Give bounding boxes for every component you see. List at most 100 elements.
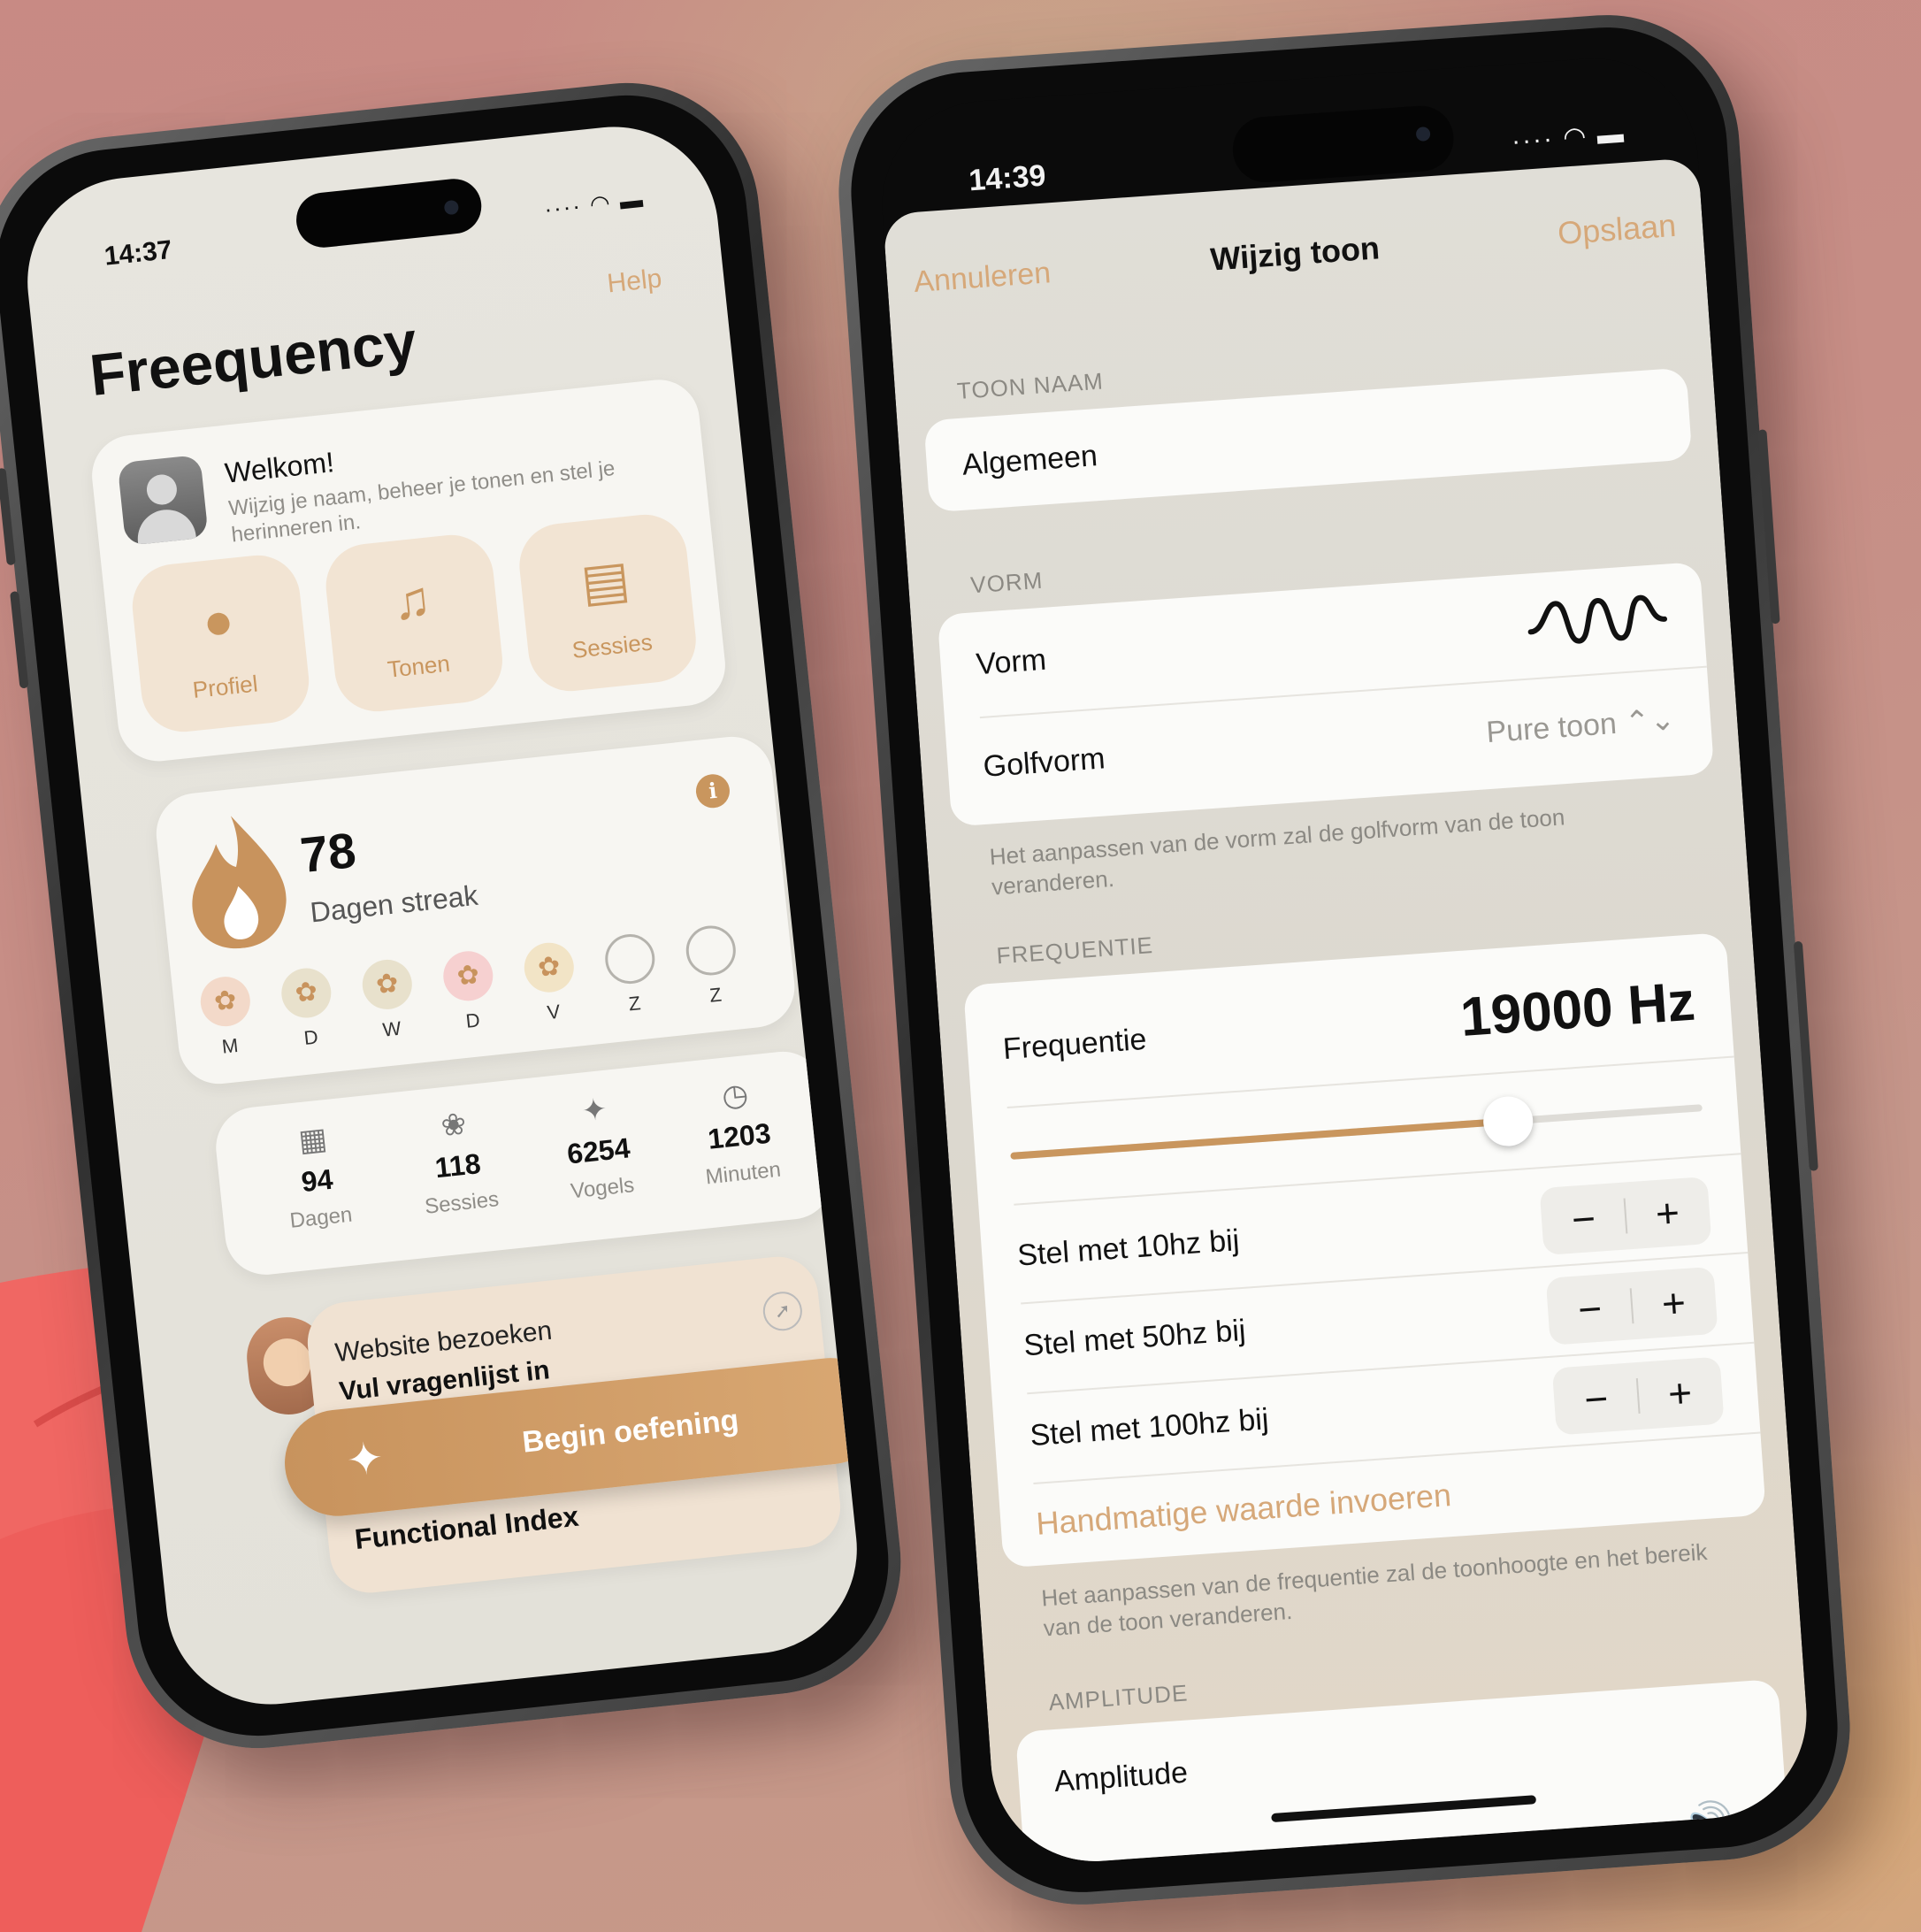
day-item: ✿ V: [522, 939, 579, 1026]
stat-item: ◷ 1203 Minuten: [671, 1071, 806, 1192]
edit-tone-sheet: Annuleren Wijzig toon Opslaan TOON NAAM …: [882, 157, 1814, 1868]
status-time: 14:37: [103, 234, 174, 272]
flower-icon: ✿: [522, 939, 577, 995]
shape-group: Vorm Golfvorm Pure toon ⌃⌄: [937, 561, 1715, 827]
wifi-icon: ◠: [588, 188, 614, 218]
music-note-icon: ♫: [389, 570, 434, 632]
wifi-icon: ◠: [1562, 121, 1589, 153]
sessions-tile[interactable]: ▤ Sessies: [515, 510, 700, 695]
day-item: ✿ D: [440, 948, 499, 1035]
empty-day-icon: [684, 923, 739, 978]
section-header-frequency: FREQUENTIE: [995, 932, 1154, 970]
flower-icon: ✿: [440, 948, 496, 1004]
volume-button: [10, 591, 29, 689]
stat-value: 94: [299, 1162, 335, 1199]
stack-icon: ▤: [578, 549, 633, 613]
status-time: 14:39: [968, 158, 1047, 198]
streak-label: Dagen streak: [308, 878, 479, 929]
avatar[interactable]: [117, 454, 209, 547]
volume-button: [0, 467, 16, 566]
flower-icon: ✿: [279, 965, 334, 1021]
status-icons: ···· ◠ ▬: [543, 186, 646, 224]
help-button[interactable]: Help: [606, 264, 663, 299]
slider-thumb[interactable]: [1481, 1094, 1535, 1148]
tile-label: Sessies: [570, 628, 654, 663]
bird-icon: ✦: [343, 1432, 386, 1486]
person-icon: ●: [199, 590, 237, 652]
waveform-picker[interactable]: Pure toon ⌃⌄: [1485, 702, 1676, 750]
day-item: ✿ D: [279, 965, 337, 1052]
signal-icon: ····: [1510, 124, 1556, 157]
decrement-button[interactable]: −: [1552, 1362, 1641, 1435]
flame-icon: [192, 816, 287, 949]
step-100hz-stepper[interactable]: − +: [1551, 1356, 1725, 1436]
frequency-value: 19000 Hz: [1458, 970, 1697, 1048]
left-screen: 14:37 ···· ◠ ▬ Help Freequency Welkom! W…: [17, 116, 868, 1715]
increment-button[interactable]: +: [1623, 1177, 1711, 1249]
stat-value: 1203: [706, 1116, 773, 1155]
battery-icon: ▬: [1596, 119, 1626, 150]
manual-entry-button[interactable]: Handmatige waarde invoeren: [1035, 1476, 1452, 1543]
day-label: M: [220, 1033, 240, 1058]
begin-exercise-label: Begin oefening: [520, 1403, 740, 1460]
calendar-icon: ▦: [296, 1122, 329, 1159]
increment-button[interactable]: +: [1629, 1267, 1718, 1339]
stat-item: ❀ 118 Sessies: [390, 1101, 524, 1223]
tones-tile[interactable]: ♫ Tonen: [321, 531, 507, 716]
page-title: Freequency: [87, 308, 420, 409]
step-50hz-stepper[interactable]: − +: [1545, 1266, 1718, 1346]
profile-tile[interactable]: ● Profiel: [128, 551, 313, 736]
separator: [1006, 1055, 1734, 1109]
frequency-slider[interactable]: [1010, 1094, 1703, 1160]
section-header-amplitude: AMPLITUDE: [1047, 1679, 1190, 1716]
welcome-title: Welkom!: [223, 446, 336, 489]
welcome-card[interactable]: Welkom! Wijzig je naam, beheer je tonen …: [88, 375, 730, 765]
decrement-button[interactable]: −: [1546, 1272, 1634, 1345]
tile-label: Tonen: [386, 649, 452, 683]
clock-icon: ◷: [720, 1077, 750, 1114]
stat-value: 6254: [565, 1131, 632, 1170]
tone-name-input[interactable]: Algemeen: [961, 400, 1656, 483]
waveform-icon: [1527, 594, 1668, 644]
decrement-button[interactable]: −: [1540, 1183, 1628, 1255]
battery-icon: ▬: [618, 185, 647, 215]
bird-icon: ✦: [579, 1092, 609, 1129]
day-label: Z: [627, 992, 642, 1016]
increment-button[interactable]: +: [1636, 1356, 1725, 1429]
section-header-tone-name: TOON NAAM: [956, 367, 1105, 404]
right-phone: 14:39 ···· ◠ ▬ Annuleren Wijzig toon Ops…: [830, 5, 1859, 1914]
left-phone: 14:37 ···· ◠ ▬ Help Freequency Welkom! W…: [0, 70, 915, 1761]
signal-icon: ····: [542, 192, 584, 223]
speaker-icon: 🔊: [1678, 1798, 1737, 1852]
stat-item: ✦ 6254 Vogels: [531, 1086, 665, 1208]
stat-label: Vogels: [569, 1173, 636, 1204]
day-item: Z: [684, 923, 741, 1009]
compass-icon[interactable]: ➚: [761, 1290, 805, 1333]
amplitude-label: Amplitude: [1052, 1755, 1190, 1799]
stat-item: ▦ 94 Dagen: [249, 1116, 384, 1237]
right-screen: 14:39 ···· ◠ ▬ Annuleren Wijzig toon Ops…: [875, 51, 1814, 1868]
day-label: D: [464, 1008, 481, 1032]
day-label: D: [302, 1025, 319, 1050]
flower-icon: ✿: [360, 957, 415, 1012]
streak-value: 78: [297, 822, 359, 884]
slider-fill: [1010, 1117, 1509, 1160]
stat-label: Minuten: [704, 1157, 783, 1190]
day-item: ✿ M: [198, 974, 256, 1060]
flower-icon: ❀: [439, 1107, 468, 1144]
day-label: W: [381, 1016, 402, 1041]
stat-label: Dagen: [288, 1202, 354, 1233]
day-label: V: [546, 1000, 562, 1024]
stat-value: 118: [433, 1147, 483, 1184]
day-item: ✿ W: [360, 957, 417, 1043]
status-icons: ···· ◠ ▬: [1511, 119, 1626, 157]
streak-card[interactable]: 78 Dagen streak i ✿ M ✿ D ✿ W ✿ D ✿ V Z Z: [152, 732, 799, 1088]
stat-label: Sessies: [423, 1187, 501, 1219]
section-header-shape: VORM: [969, 566, 1045, 599]
info-button[interactable]: i: [694, 772, 731, 810]
dynamic-island: [294, 176, 485, 250]
step-10hz-stepper[interactable]: − +: [1539, 1176, 1712, 1256]
day-item: Z: [602, 932, 661, 1017]
flower-icon: ✿: [198, 974, 253, 1029]
empty-day-icon: [602, 932, 658, 986]
